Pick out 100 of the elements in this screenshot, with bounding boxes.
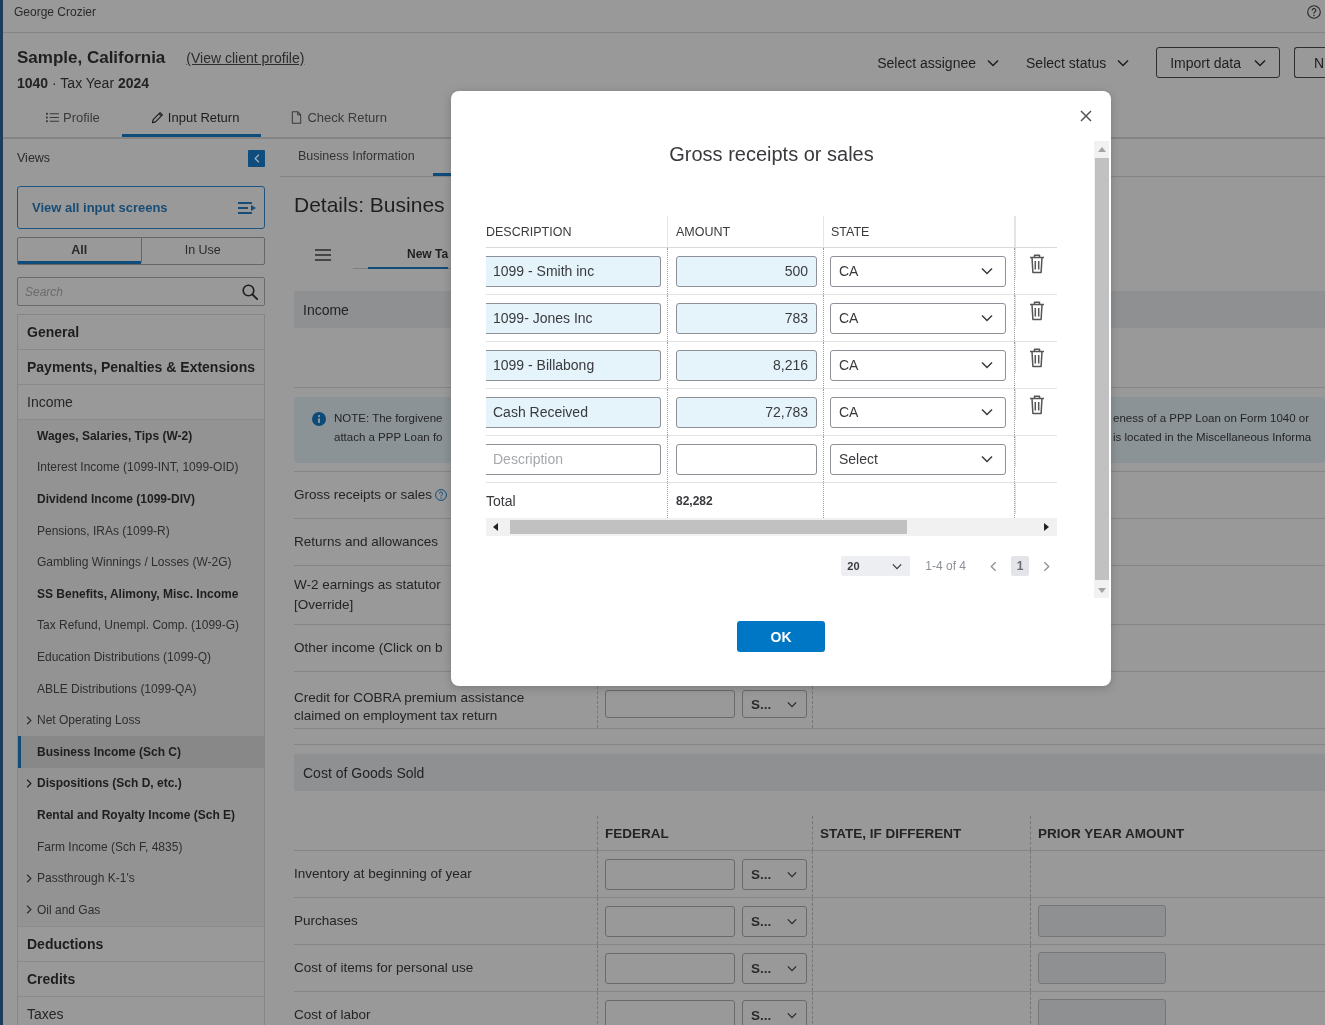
state-dropdown[interactable]: CA — [830, 255, 1006, 287]
field-label: Other income (Click on b — [294, 639, 443, 657]
nav-item[interactable]: Business Income (Sch C) — [18, 735, 264, 768]
scroll-up-icon — [1097, 147, 1106, 152]
chevron-down-icon — [892, 562, 903, 570]
chevron-down-icon — [787, 870, 797, 878]
field-label: Gross receipts or sales — [294, 486, 433, 504]
filter-tab[interactable]: All — [18, 238, 141, 264]
option-dropdown[interactable]: S... — [742, 858, 807, 890]
amount-field[interactable]: 783 — [676, 302, 817, 334]
input-field[interactable] — [605, 905, 735, 937]
column-header: DESCRIPTION — [486, 216, 668, 247]
document-icon — [290, 110, 304, 124]
nav-item[interactable]: Farm Income (Sch F, 4835) — [18, 830, 264, 863]
dropdown-button[interactable]: Import data — [1156, 47, 1280, 78]
nav-item[interactable]: Rental and Royalty Income (Sch E) — [18, 799, 264, 831]
input-field[interactable] — [605, 690, 735, 718]
collapse-button[interactable] — [248, 149, 265, 167]
scroll-left-icon — [493, 523, 498, 531]
description-field[interactable]: Cash Received — [486, 396, 661, 428]
horizontal-scrollbar[interactable] — [486, 518, 1057, 536]
chevron-down-icon — [787, 964, 797, 972]
nav-item[interactable]: Net Operating Loss — [18, 704, 264, 736]
chevron-right-icon — [26, 905, 32, 915]
profile-link[interactable]: (View client profile) — [186, 48, 305, 68]
list-arrow-icon — [238, 200, 256, 215]
tab[interactable]: Check Return — [261, 100, 409, 137]
description-field[interactable]: 1099 - Billabong — [486, 349, 661, 381]
chevron-down-icon — [987, 58, 999, 67]
state-dropdown[interactable]: CA — [830, 396, 1006, 428]
tab[interactable]: New Ta — [368, 240, 449, 269]
amount-field[interactable]: 500 — [676, 255, 817, 287]
section-tab[interactable]: Business Information — [280, 139, 433, 176]
input-field[interactable] — [605, 999, 735, 1025]
help-icon[interactable] — [435, 489, 448, 501]
nav-item[interactable]: Passthrough K-1's — [18, 862, 264, 894]
search-icon — [242, 283, 258, 300]
state-dropdown[interactable]: Select — [830, 443, 1006, 475]
option-dropdown[interactable]: S... — [742, 952, 807, 984]
ok-button[interactable]: OK — [737, 621, 825, 652]
page-size-dropdown[interactable]: 20 — [841, 556, 911, 576]
help-icon — [1307, 5, 1321, 19]
nav-item[interactable]: Oil and Gas — [18, 893, 264, 926]
previous-page-button[interactable] — [990, 560, 997, 572]
chevron-right-icon — [26, 778, 32, 788]
nav-item[interactable]: SS Benefits, Alimony, Misc. Income — [18, 577, 264, 610]
amount-field[interactable] — [676, 443, 817, 475]
input-field[interactable] — [605, 858, 735, 890]
tab[interactable]: Profile — [17, 100, 122, 137]
dropdown-menu[interactable]: Select status — [1026, 47, 1130, 78]
option-dropdown[interactable]: S... — [742, 690, 807, 718]
chevron-down-icon — [787, 917, 797, 925]
nav-item[interactable]: Pensions, IRAs (1099-R) — [18, 514, 264, 547]
delete-button[interactable] — [1028, 300, 1045, 321]
input-field[interactable] — [605, 952, 735, 984]
amount-field[interactable]: 8,216 — [676, 349, 817, 381]
option-dropdown[interactable]: S... — [742, 905, 807, 937]
tab[interactable]: Input Return — [121, 100, 262, 137]
chevron-down-icon — [1254, 58, 1266, 67]
menu-button[interactable] — [315, 248, 331, 261]
nav-item[interactable]: Wages, Salaries, Tips (W-2) — [18, 420, 264, 452]
field-label: Inventory at beginning of year — [294, 865, 472, 883]
help-button[interactable] — [1307, 5, 1321, 19]
views-label: Views — [17, 151, 51, 165]
note-text: eness of a PPP Loan on Form 1040 or is located in the Miscellaneous Informa — [1113, 411, 1312, 445]
field-label: W-2 earnings as statutor [Override] — [294, 576, 441, 614]
state-dropdown[interactable]: CA — [830, 302, 1006, 334]
field-label: Cost of labor — [294, 1006, 371, 1024]
nav-item[interactable]: Tax Refund, Unempl. Comp. (1099-G) — [18, 609, 264, 642]
trash-icon — [1028, 394, 1045, 415]
chevron-right-icon — [26, 873, 32, 883]
header-button[interactable]: N — [1294, 47, 1325, 78]
trash-icon — [1028, 347, 1045, 368]
section-title: Income — [303, 301, 349, 318]
chevron-left-icon — [990, 560, 997, 572]
scrollbar-thumb[interactable] — [510, 520, 907, 534]
dropdown-menu[interactable]: Select assignee — [877, 47, 999, 78]
nav-item[interactable]: Dispositions (Sch D, etc.) — [18, 767, 264, 800]
nav-item[interactable]: Dividend Income (1099-DIV) — [18, 483, 264, 515]
description-field[interactable]: 1099 - Smith inc — [486, 255, 661, 287]
chevron-down-icon — [981, 267, 993, 275]
view-all-button[interactable]: View all input screens — [17, 186, 265, 229]
delete-button[interactable] — [1028, 347, 1045, 368]
state-dropdown[interactable]: CA — [830, 349, 1006, 381]
trash-icon — [1028, 253, 1045, 274]
option-dropdown[interactable]: S... — [742, 999, 807, 1025]
page-button[interactable]: 1 — [1011, 556, 1029, 576]
delete-button[interactable] — [1028, 253, 1045, 274]
nav-item[interactable]: Gambling Winnings / Losses (W-2G) — [18, 546, 264, 578]
filter-tab[interactable]: In Use — [140, 238, 264, 264]
nav-item[interactable]: Interest Income (1099-INT, 1099-OID) — [18, 451, 264, 484]
chevron-down-icon — [981, 408, 993, 416]
chevron-down-icon — [1117, 58, 1130, 67]
description-field[interactable]: 1099- Jones Inc — [486, 302, 661, 334]
delete-button[interactable] — [1028, 394, 1045, 415]
next-page-button[interactable] — [1043, 560, 1050, 572]
amount-field[interactable]: 72,783 — [676, 396, 817, 428]
nav-item[interactable]: Education Distributions (1099-Q) — [18, 641, 264, 673]
nav-item[interactable]: ABLE Distributions (1099-QA) — [18, 672, 264, 705]
column-header: FEDERAL — [597, 816, 812, 850]
